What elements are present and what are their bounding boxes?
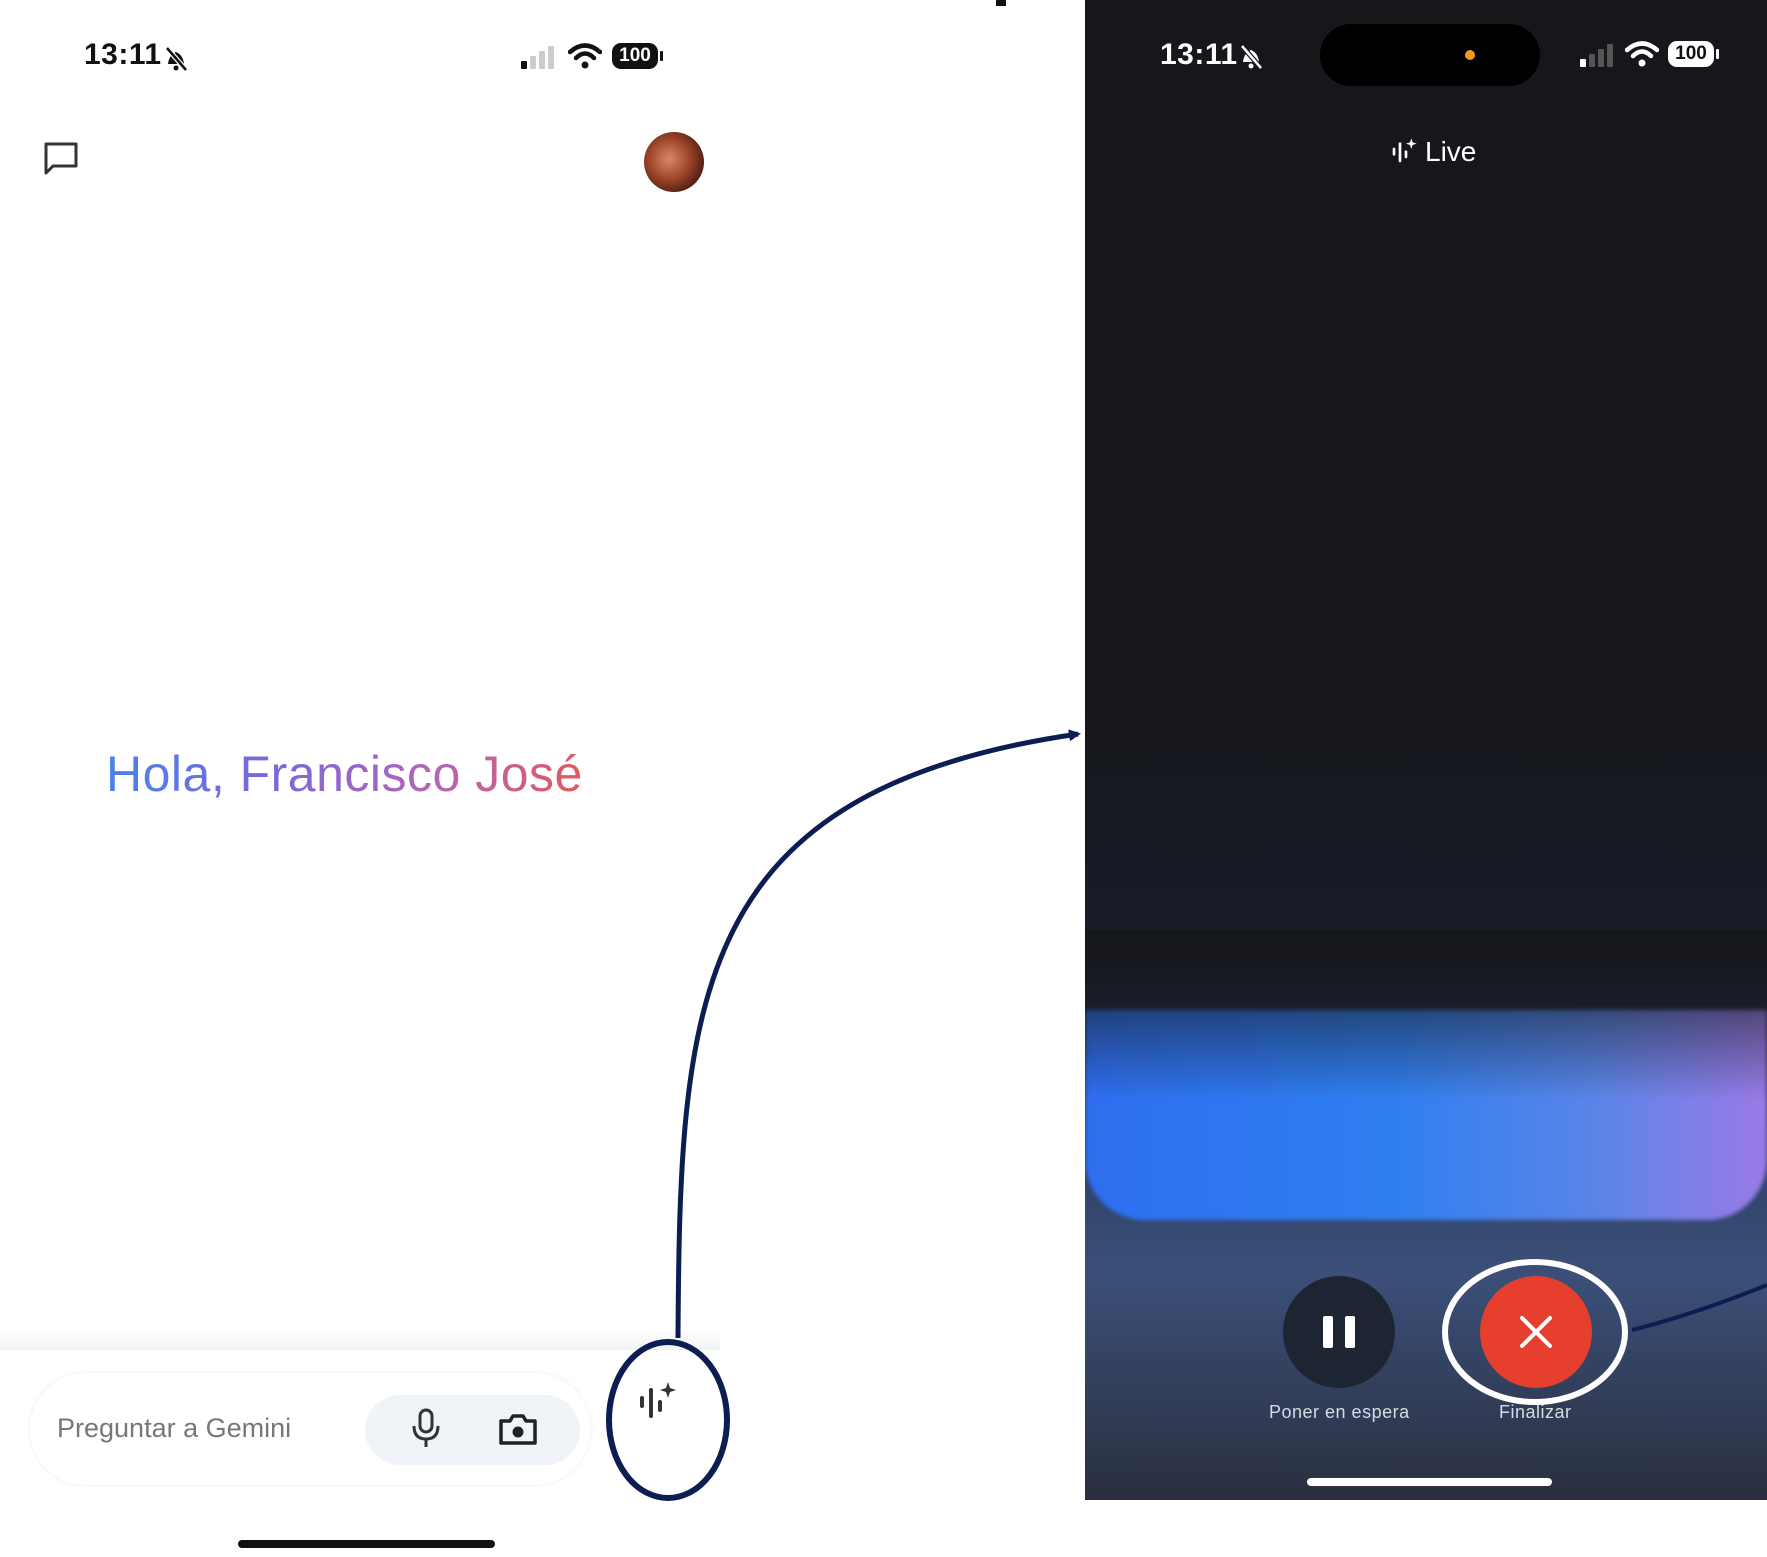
annotation-circle-end [1442, 1259, 1628, 1405]
annotation-circle-live [606, 1339, 730, 1501]
annotation-line-right [1631, 1283, 1767, 1332]
annotation-overlay [606, 0, 1767, 1501]
cropped-mark [996, 0, 1006, 6]
annotation-arrow [675, 729, 1081, 1339]
